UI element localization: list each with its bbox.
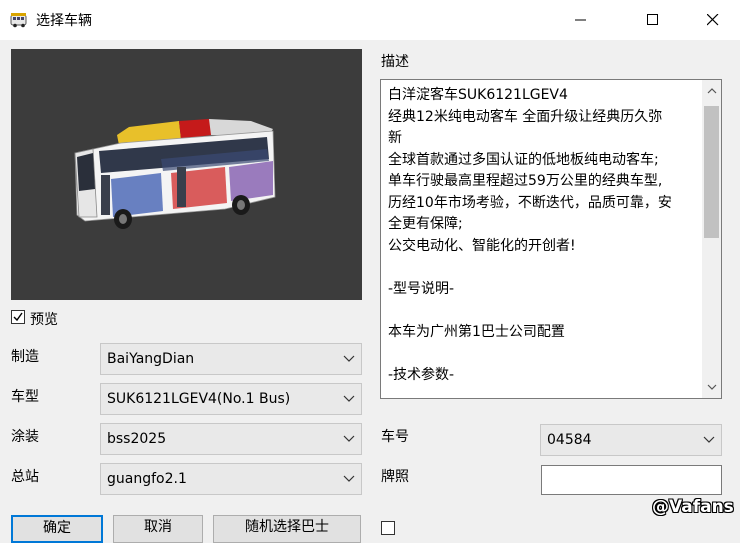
preview-checkbox[interactable] xyxy=(11,310,25,324)
random-bus-button[interactable]: 随机选择巴士 xyxy=(213,515,361,543)
bus-number-label: 车号 xyxy=(381,429,409,445)
bus-preview-image xyxy=(74,119,276,229)
description-text: 白洋淀客车SUK6121LGEV4 经典12米纯电动客车 全面升级让经典历久弥 … xyxy=(388,85,698,386)
preview-checkbox-label: 预览 xyxy=(30,312,58,328)
scroll-up-icon[interactable] xyxy=(707,88,717,94)
maximize-button[interactable] xyxy=(630,0,676,40)
close-icon xyxy=(707,14,719,26)
description-line xyxy=(388,257,698,279)
chevron-down-icon xyxy=(343,355,355,362)
bottom-checkbox[interactable] xyxy=(381,521,395,535)
livery-value: bss2025 xyxy=(107,431,167,447)
description-line: -技术参数- xyxy=(388,366,455,383)
chevron-down-icon xyxy=(703,436,715,443)
description-line: 白洋淀客车SUK6121LGEV4 xyxy=(388,87,568,103)
manufacturer-label: 制造 xyxy=(11,349,39,365)
description-textbox[interactable]: 白洋淀客车SUK6121LGEV4 经典12米纯电动客车 全面升级让经典历久弥 … xyxy=(380,79,722,399)
description-line: 全更有保障; xyxy=(388,216,463,232)
description-line: 新 xyxy=(388,130,402,146)
depot-label: 总站 xyxy=(11,469,39,485)
plate-input[interactable] xyxy=(541,465,722,495)
depot-select[interactable]: guangfo2.1 xyxy=(100,463,362,495)
description-line: -型号说明- xyxy=(388,280,455,297)
bus-icon xyxy=(9,10,29,30)
checkmark-icon xyxy=(13,312,23,322)
cancel-button[interactable]: 取消 xyxy=(113,515,203,543)
manufacturer-value: BaiYangDian xyxy=(107,351,195,367)
close-button[interactable] xyxy=(690,0,736,40)
description-line: 本车为广州第1巴士公司配置 xyxy=(388,323,565,340)
plate-label: 牌照 xyxy=(381,469,409,485)
description-line: 历经10年市场考验，不断迭代，品质可靠，安 xyxy=(388,194,672,211)
model-select[interactable]: SUK6121LGEV4(No.1 Bus) xyxy=(100,383,362,415)
vehicle-preview[interactable] xyxy=(11,49,362,300)
ok-button[interactable]: 确定 xyxy=(11,515,103,543)
livery-select[interactable]: bss2025 xyxy=(100,423,362,455)
description-scrollbar[interactable] xyxy=(702,80,721,398)
description-line: 全球首款通过多国认证的低地板纯电动客车; xyxy=(388,151,659,168)
description-line: 单车行驶最高里程超过59万公里的经典车型, xyxy=(388,173,663,189)
scrollbar-thumb[interactable] xyxy=(704,106,719,238)
model-value: SUK6121LGEV4(No.1 Bus) xyxy=(107,391,291,407)
description-line xyxy=(388,300,698,322)
watermark: @Vafans xyxy=(652,497,734,517)
description-line: 经典12米纯电动客车 全面升级让经典历久弥 xyxy=(388,108,663,125)
livery-label: 涂装 xyxy=(11,429,39,445)
minimize-button[interactable] xyxy=(558,0,604,40)
chevron-down-icon xyxy=(343,435,355,442)
maximize-icon xyxy=(647,14,658,25)
chevron-down-icon xyxy=(343,395,355,402)
model-label: 车型 xyxy=(11,389,39,405)
chevron-down-icon xyxy=(343,475,355,482)
depot-value: guangfo2.1 xyxy=(107,471,187,487)
manufacturer-select[interactable]: BaiYangDian xyxy=(100,343,362,375)
window-title: 选择车辆 xyxy=(36,13,92,29)
bus-number-value: 04584 xyxy=(547,432,592,448)
description-label: 描述 xyxy=(381,54,409,70)
scroll-down-icon[interactable] xyxy=(707,384,717,390)
title-bar: 选择车辆 xyxy=(0,0,740,40)
minimize-icon xyxy=(575,19,586,21)
bus-number-select[interactable]: 04584 xyxy=(540,424,722,456)
description-line: 公交电动化、智能化的开创者! xyxy=(388,237,576,254)
description-line xyxy=(388,343,698,365)
